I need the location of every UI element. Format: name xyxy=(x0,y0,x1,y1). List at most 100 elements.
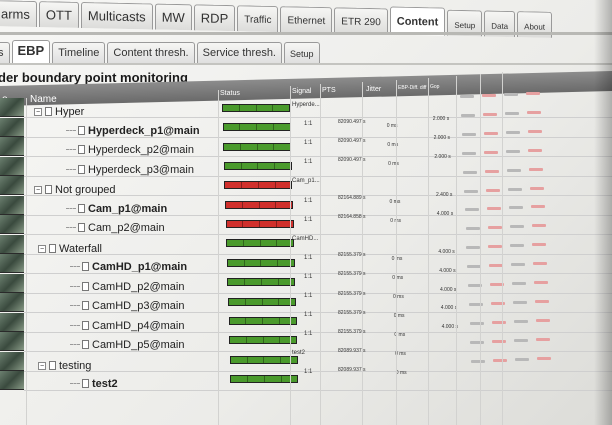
group-name[interactable]: − Hyper xyxy=(34,106,84,118)
table-row[interactable]: − testing test2 82089.937 s0 ms xyxy=(0,337,612,372)
metric-cell xyxy=(504,93,518,96)
column-separator xyxy=(290,86,291,425)
column-separator xyxy=(320,84,321,425)
stream-name[interactable]: Hyperdeck_p1@main xyxy=(66,125,200,137)
tab-multicasts[interactable]: Multicasts xyxy=(80,1,153,30)
sub-tab-bar: s EBP Timeline Content thresh. Service thres… xyxy=(0,40,320,64)
gop-value: 2.400 s xyxy=(436,191,453,198)
row-label: Hyper xyxy=(55,106,85,118)
metric-cell xyxy=(508,206,523,210)
tree-connector xyxy=(70,383,80,384)
metric-cell xyxy=(526,110,541,114)
stream-name[interactable]: CamHD_p2@main xyxy=(70,281,184,293)
column-jitter-header[interactable]: Jitter xyxy=(366,86,381,93)
tab-arms[interactable]: arms xyxy=(0,0,37,28)
signal-value: 1:1 xyxy=(304,273,313,280)
status-bar xyxy=(224,181,293,190)
jitter-value: 0 ms xyxy=(391,256,403,262)
column-separator xyxy=(428,78,429,425)
jitter-value: 0 ms xyxy=(395,370,407,376)
group-name[interactable]: − Not grouped xyxy=(34,184,116,196)
subtab-content-thresh-[interactable]: Content thresh. xyxy=(107,42,195,64)
subtab-timeline[interactable]: Timeline xyxy=(52,42,106,64)
stream-name[interactable]: Hyperdeck_p2@main xyxy=(66,144,194,156)
gop-value: 4.000 s xyxy=(440,305,458,312)
stream-name[interactable]: CamHD_p5@main xyxy=(70,339,184,351)
collapse-toggle-icon[interactable]: − xyxy=(34,186,42,194)
group-name[interactable]: − Waterfall xyxy=(38,243,102,255)
subtab-ebp[interactable]: EBP xyxy=(11,40,51,64)
stream-thumbnail xyxy=(0,332,24,351)
signal-value: 1:1 xyxy=(304,140,313,147)
collapse-toggle-icon[interactable]: − xyxy=(34,108,42,116)
tab-mw[interactable]: MW xyxy=(154,3,192,31)
table-row[interactable]: test2 1:1 82089.937 s0 ms xyxy=(0,356,612,391)
row-label: Waterfall xyxy=(59,242,102,255)
stream-thumbnail xyxy=(0,234,24,254)
page-icon xyxy=(49,243,56,253)
column-separator xyxy=(362,82,363,425)
stream-name[interactable]: Hyperdeck_p3@main xyxy=(66,164,194,176)
collapse-toggle-icon[interactable]: − xyxy=(38,361,46,370)
metric-cell xyxy=(485,169,500,173)
row-label: Hyperdeck_p2@main xyxy=(88,144,194,156)
metric-cell xyxy=(515,357,530,361)
metric-cell xyxy=(469,321,484,325)
metric-cell xyxy=(484,150,499,154)
tree-connector xyxy=(70,324,80,326)
table-row[interactable]: − Hyper Hyperde... xyxy=(0,92,612,118)
metric-cell xyxy=(486,188,500,192)
signal-value: 1:1 xyxy=(304,121,313,128)
collapse-toggle-icon[interactable]: − xyxy=(38,244,46,253)
column-separator xyxy=(26,98,27,425)
subtab-setup[interactable]: Setup xyxy=(284,42,320,64)
metric-cell xyxy=(509,225,524,229)
table-row[interactable]: Hyperdeck_p3@main 1:1 82090.497 s0 ms 2.000… xyxy=(0,148,612,177)
stream-name[interactable]: CamHD_p3@main xyxy=(70,300,184,312)
metric-cell xyxy=(508,187,522,191)
subtab-service-thresh-[interactable]: Service thresh. xyxy=(196,42,282,64)
stream-name[interactable]: Cam_p2@main xyxy=(66,222,165,234)
column-ebp-diff-header[interactable]: EBP-Diff. diff xyxy=(398,85,426,91)
column-separator xyxy=(502,72,503,425)
metric-cell xyxy=(506,149,521,153)
table-row[interactable]: − Not grouped Cam_p1... xyxy=(0,167,612,196)
group-name[interactable]: − testing xyxy=(38,360,91,372)
signal-value: CamHD... xyxy=(292,235,319,242)
tab-rdp[interactable]: RDP xyxy=(193,4,236,32)
metric-cell xyxy=(505,130,520,134)
tree-connector xyxy=(70,305,80,306)
stream-name[interactable]: CamHD_p4@main xyxy=(70,320,184,332)
metric-cell xyxy=(464,208,479,212)
stream-name[interactable]: Cam_p1@main xyxy=(66,203,167,215)
page-icon xyxy=(49,360,56,370)
page-icon xyxy=(82,281,89,291)
gop-value: 4.000 s xyxy=(438,248,455,255)
column-gop-header[interactable]: Gop xyxy=(430,84,439,90)
column-pts-header[interactable]: PTS xyxy=(322,87,336,94)
tree-connector xyxy=(66,168,76,170)
metric-cell xyxy=(536,337,551,341)
metric-cell xyxy=(466,246,481,250)
stream-name[interactable]: test2 xyxy=(70,378,118,390)
metric-cell xyxy=(493,358,508,362)
stream-name[interactable]: CamHD_p1@main xyxy=(70,261,187,273)
metric-cell xyxy=(511,263,526,267)
subtab-s[interactable]: s xyxy=(0,42,10,64)
column-status-header[interactable]: Status xyxy=(220,90,240,97)
metric-cell xyxy=(483,131,498,135)
table-row[interactable]: Cam_p1@main 1:1 82164.889 s0 ms 2.400 s xyxy=(0,186,612,216)
tab-traffic[interactable]: Traffic xyxy=(237,5,279,33)
metric-cell xyxy=(528,148,543,152)
table-row[interactable]: Hyperdeck_p1@main 1:1 82090.497 s0 ms 2.000… xyxy=(0,110,612,138)
table-row[interactable]: Hyperdeck_p2@main 1:1 82090.497 s0 ms 2.000… xyxy=(0,129,612,157)
tab-ethernet[interactable]: Ethernet xyxy=(280,6,333,34)
tab-ott[interactable]: OTT xyxy=(38,1,79,28)
tab-etr-290[interactable]: ETR 290 xyxy=(334,7,388,35)
metric-cell xyxy=(529,167,544,171)
column-signal-header[interactable]: Signal xyxy=(292,88,311,95)
stream-thumbnail xyxy=(0,98,24,117)
signal-value: test2 xyxy=(292,350,306,357)
metric-cell xyxy=(460,113,475,117)
page-icon xyxy=(82,320,89,330)
